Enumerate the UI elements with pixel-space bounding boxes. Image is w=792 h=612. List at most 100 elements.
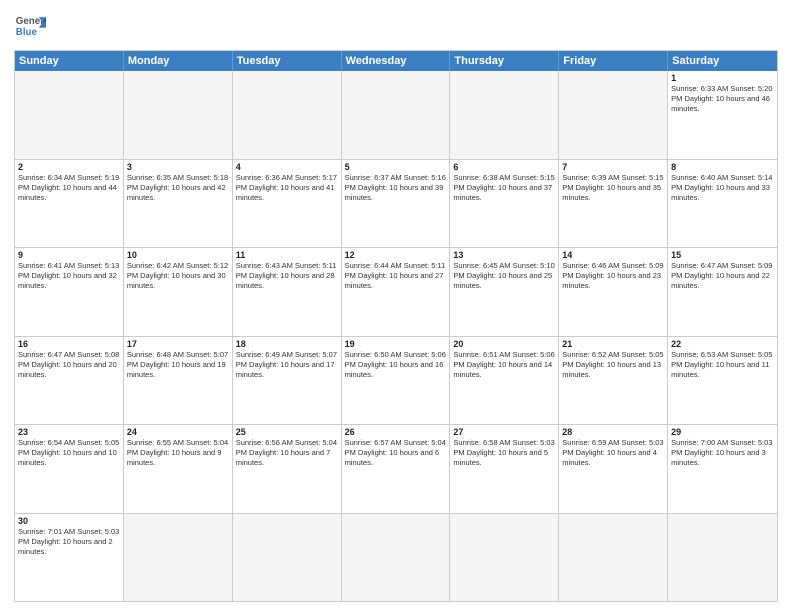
calendar-cell: 5Sunrise: 6:37 AM Sunset: 5:16 PM Daylig… [342,160,451,248]
calendar-header: SundayMondayTuesdayWednesdayThursdayFrid… [15,51,777,71]
day-info: Sunrise: 6:59 AM Sunset: 5:03 PM Dayligh… [562,438,664,468]
day-info: Sunrise: 6:46 AM Sunset: 5:09 PM Dayligh… [562,261,664,291]
calendar-cell: 8Sunrise: 6:40 AM Sunset: 5:14 PM Daylig… [668,160,777,248]
header-day-thursday: Thursday [450,51,559,71]
day-number: 27 [453,427,555,437]
calendar-row-2: 9Sunrise: 6:41 AM Sunset: 5:13 PM Daylig… [15,248,777,337]
calendar-row-3: 16Sunrise: 6:47 AM Sunset: 5:08 PM Dayli… [15,337,777,426]
calendar-cell: 16Sunrise: 6:47 AM Sunset: 5:08 PM Dayli… [15,337,124,425]
day-number: 6 [453,162,555,172]
calendar-cell [559,514,668,602]
header-day-friday: Friday [559,51,668,71]
calendar-cell [233,514,342,602]
day-info: Sunrise: 6:35 AM Sunset: 5:18 PM Dayligh… [127,173,229,203]
calendar-cell [124,514,233,602]
calendar-cell: 26Sunrise: 6:57 AM Sunset: 5:04 PM Dayli… [342,425,451,513]
day-number: 20 [453,339,555,349]
header-day-monday: Monday [124,51,233,71]
calendar-cell [342,514,451,602]
calendar-cell: 9Sunrise: 6:41 AM Sunset: 5:13 PM Daylig… [15,248,124,336]
day-info: Sunrise: 6:47 AM Sunset: 5:09 PM Dayligh… [671,261,774,291]
day-number: 26 [345,427,447,437]
calendar-cell: 23Sunrise: 6:54 AM Sunset: 5:05 PM Dayli… [15,425,124,513]
day-number: 19 [345,339,447,349]
day-number: 13 [453,250,555,260]
day-number: 12 [345,250,447,260]
day-info: Sunrise: 6:42 AM Sunset: 5:12 PM Dayligh… [127,261,229,291]
day-info: Sunrise: 6:37 AM Sunset: 5:16 PM Dayligh… [345,173,447,203]
calendar-cell: 1Sunrise: 6:33 AM Sunset: 5:20 PM Daylig… [668,71,777,159]
calendar-row-4: 23Sunrise: 6:54 AM Sunset: 5:05 PM Dayli… [15,425,777,514]
day-info: Sunrise: 6:58 AM Sunset: 5:03 PM Dayligh… [453,438,555,468]
calendar-cell [450,71,559,159]
day-info: Sunrise: 6:53 AM Sunset: 5:05 PM Dayligh… [671,350,774,380]
calendar-cell [342,71,451,159]
calendar-body: 1Sunrise: 6:33 AM Sunset: 5:20 PM Daylig… [15,71,777,601]
calendar: SundayMondayTuesdayWednesdayThursdayFrid… [14,50,778,602]
calendar-cell: 20Sunrise: 6:51 AM Sunset: 5:06 PM Dayli… [450,337,559,425]
day-info: Sunrise: 6:51 AM Sunset: 5:06 PM Dayligh… [453,350,555,380]
header-day-wednesday: Wednesday [342,51,451,71]
day-info: Sunrise: 6:56 AM Sunset: 5:04 PM Dayligh… [236,438,338,468]
calendar-cell: 22Sunrise: 6:53 AM Sunset: 5:05 PM Dayli… [668,337,777,425]
day-info: Sunrise: 6:45 AM Sunset: 5:10 PM Dayligh… [453,261,555,291]
calendar-cell: 29Sunrise: 7:00 AM Sunset: 5:03 PM Dayli… [668,425,777,513]
calendar-cell: 6Sunrise: 6:38 AM Sunset: 5:15 PM Daylig… [450,160,559,248]
calendar-cell: 10Sunrise: 6:42 AM Sunset: 5:12 PM Dayli… [124,248,233,336]
day-info: Sunrise: 6:38 AM Sunset: 5:15 PM Dayligh… [453,173,555,203]
calendar-cell: 14Sunrise: 6:46 AM Sunset: 5:09 PM Dayli… [559,248,668,336]
day-number: 11 [236,250,338,260]
day-number: 9 [18,250,120,260]
day-number: 4 [236,162,338,172]
day-info: Sunrise: 6:47 AM Sunset: 5:08 PM Dayligh… [18,350,120,380]
logo: General Blue [14,10,46,42]
calendar-cell: 18Sunrise: 6:49 AM Sunset: 5:07 PM Dayli… [233,337,342,425]
header-day-saturday: Saturday [668,51,777,71]
day-number: 23 [18,427,120,437]
header-day-tuesday: Tuesday [233,51,342,71]
day-number: 24 [127,427,229,437]
calendar-cell: 30Sunrise: 7:01 AM Sunset: 5:03 PM Dayli… [15,514,124,602]
day-info: Sunrise: 6:54 AM Sunset: 5:05 PM Dayligh… [18,438,120,468]
calendar-cell: 21Sunrise: 6:52 AM Sunset: 5:05 PM Dayli… [559,337,668,425]
day-info: Sunrise: 6:43 AM Sunset: 5:11 PM Dayligh… [236,261,338,291]
calendar-cell [559,71,668,159]
day-info: Sunrise: 6:36 AM Sunset: 5:17 PM Dayligh… [236,173,338,203]
logo-icon: General Blue [14,10,46,42]
day-info: Sunrise: 6:41 AM Sunset: 5:13 PM Dayligh… [18,261,120,291]
calendar-cell: 4Sunrise: 6:36 AM Sunset: 5:17 PM Daylig… [233,160,342,248]
day-number: 10 [127,250,229,260]
day-info: Sunrise: 6:57 AM Sunset: 5:04 PM Dayligh… [345,438,447,468]
day-number: 1 [671,73,774,83]
day-info: Sunrise: 6:49 AM Sunset: 5:07 PM Dayligh… [236,350,338,380]
day-number: 5 [345,162,447,172]
calendar-cell: 27Sunrise: 6:58 AM Sunset: 5:03 PM Dayli… [450,425,559,513]
calendar-cell: 19Sunrise: 6:50 AM Sunset: 5:06 PM Dayli… [342,337,451,425]
day-info: Sunrise: 7:00 AM Sunset: 5:03 PM Dayligh… [671,438,774,468]
calendar-row-5: 30Sunrise: 7:01 AM Sunset: 5:03 PM Dayli… [15,514,777,602]
day-number: 30 [18,516,120,526]
day-number: 28 [562,427,664,437]
calendar-cell: 25Sunrise: 6:56 AM Sunset: 5:04 PM Dayli… [233,425,342,513]
calendar-cell [668,514,777,602]
calendar-row-0: 1Sunrise: 6:33 AM Sunset: 5:20 PM Daylig… [15,71,777,160]
day-number: 3 [127,162,229,172]
calendar-cell: 3Sunrise: 6:35 AM Sunset: 5:18 PM Daylig… [124,160,233,248]
day-number: 7 [562,162,664,172]
day-info: Sunrise: 6:39 AM Sunset: 5:15 PM Dayligh… [562,173,664,203]
day-number: 16 [18,339,120,349]
day-info: Sunrise: 6:40 AM Sunset: 5:14 PM Dayligh… [671,173,774,203]
day-info: Sunrise: 6:48 AM Sunset: 5:07 PM Dayligh… [127,350,229,380]
day-info: Sunrise: 6:44 AM Sunset: 5:11 PM Dayligh… [345,261,447,291]
day-number: 21 [562,339,664,349]
calendar-cell: 17Sunrise: 6:48 AM Sunset: 5:07 PM Dayli… [124,337,233,425]
calendar-cell: 7Sunrise: 6:39 AM Sunset: 5:15 PM Daylig… [559,160,668,248]
calendar-cell [450,514,559,602]
day-number: 25 [236,427,338,437]
day-number: 2 [18,162,120,172]
calendar-cell [15,71,124,159]
calendar-cell: 12Sunrise: 6:44 AM Sunset: 5:11 PM Dayli… [342,248,451,336]
day-number: 8 [671,162,774,172]
calendar-cell: 13Sunrise: 6:45 AM Sunset: 5:10 PM Dayli… [450,248,559,336]
calendar-cell [124,71,233,159]
